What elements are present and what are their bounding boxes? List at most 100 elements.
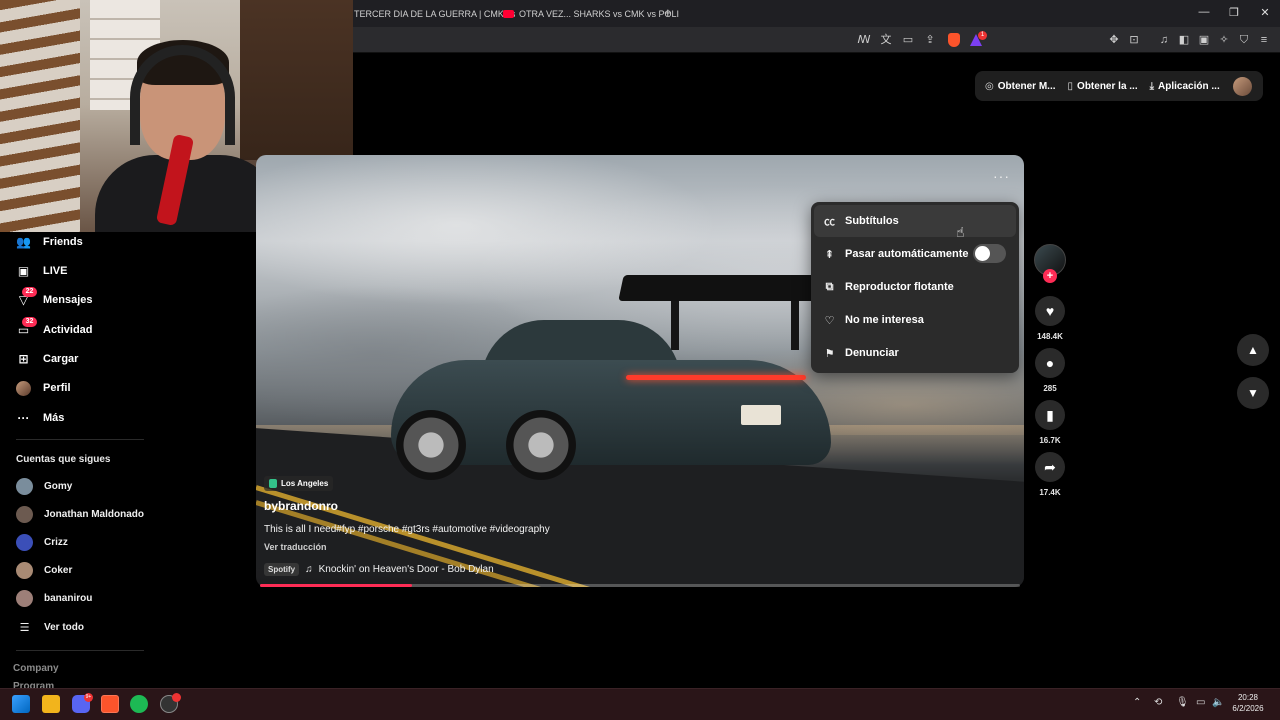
- sidebar-item-friends[interactable]: 👥 Friends: [16, 232, 83, 252]
- sidebar-item-activity[interactable]: ▭ 32 Actividad: [16, 316, 93, 340]
- see-all-link[interactable]: ☰ Ver todo: [16, 618, 84, 636]
- footer-link-company[interactable]: Company: [13, 663, 59, 674]
- following-item[interactable]: Coker: [16, 561, 72, 579]
- translate-off-icon[interactable]: ꟿ: [856, 32, 872, 48]
- following-item[interactable]: Jonathan Maldonado: [16, 505, 144, 523]
- clock-time: 20:28: [1237, 693, 1259, 702]
- tray-chevron-icon[interactable]: ⌃: [1133, 697, 1141, 708]
- discord-badge: 9+: [84, 693, 93, 702]
- desktop-app-button[interactable]: ⤓ Aplicación ...: [1150, 81, 1220, 92]
- url-field[interactable]: [352, 30, 882, 50]
- translate-icon[interactable]: 文: [878, 32, 894, 48]
- restore-button[interactable]: ❐: [1224, 6, 1244, 19]
- extensions-icon[interactable]: ✥: [1106, 32, 1122, 48]
- sidebar-item-live[interactable]: ▣ LIVE: [16, 261, 68, 281]
- menu-item-report[interactable]: ⚑ Denunciar: [814, 337, 1016, 369]
- screenshot-icon[interactable]: ⊡: [1126, 32, 1142, 48]
- spotify-icon[interactable]: [130, 695, 148, 713]
- windows-start-icon[interactable]: [12, 695, 30, 713]
- video-progress-bar[interactable]: [260, 584, 1020, 587]
- get-app-button[interactable]: ▯ Obtener la ...: [1068, 81, 1138, 92]
- like-button[interactable]: ♥: [1035, 296, 1065, 326]
- avatar: [16, 533, 33, 551]
- new-tab-button[interactable]: +: [664, 5, 672, 20]
- sidebar-item-label: Cargar: [43, 353, 79, 365]
- following-name: bananirou: [44, 592, 93, 604]
- media-icon[interactable]: ♫: [1156, 32, 1172, 48]
- menu-item-subtitles[interactable]: ㏄ Subtítulos: [814, 205, 1016, 237]
- rewards-badge: 1: [978, 31, 987, 40]
- get-coins-button[interactable]: ◎ Obtener M...: [985, 81, 1056, 92]
- reader-icon[interactable]: ▭: [900, 32, 916, 48]
- location-pin-icon: [269, 479, 277, 488]
- user-avatar[interactable]: [1233, 77, 1252, 96]
- bookmark-icon: ▮: [1046, 406, 1054, 423]
- previous-video-button[interactable]: ▲: [1237, 334, 1269, 366]
- upload-icon: ⊞: [18, 352, 29, 366]
- following-item[interactable]: Crizz: [16, 533, 68, 551]
- subtitles-icon: ㏄: [824, 216, 835, 228]
- headset-icon: [130, 45, 235, 145]
- menu-item-floating-player[interactable]: ⧉ Reproductor flotante: [814, 271, 1016, 303]
- menu-item-label: No me interesa: [845, 314, 924, 326]
- sidebar-item-messages[interactable]: ▽ 22 Mensajes: [16, 286, 93, 310]
- menu-item-not-interested[interactable]: ♡ No me interesa: [814, 304, 1016, 336]
- following-name: Crizz: [44, 536, 68, 548]
- spotify-tag: Spotify: [264, 563, 300, 576]
- following-item[interactable]: bananirou: [16, 589, 92, 607]
- save-button[interactable]: ▮: [1035, 400, 1065, 430]
- share-button[interactable]: ➦: [1035, 452, 1065, 482]
- brave-browser-icon[interactable]: [101, 695, 119, 713]
- avatar: [16, 589, 33, 607]
- music-info[interactable]: Spotify ♫ Knockin' on Heaven's Door - Bo…: [264, 563, 494, 576]
- sidebar-item-label: LIVE: [43, 265, 68, 277]
- sync-icon[interactable]: ⟲: [1154, 697, 1162, 708]
- car-wheel: [506, 410, 576, 480]
- browser-tab[interactable]: OTRA VEZ... SHARKS vs CMK vs POLI: [503, 4, 679, 24]
- not-interested-icon: ♡: [824, 314, 835, 327]
- follow-button[interactable]: +: [1043, 269, 1057, 283]
- more-options-button[interactable]: ···: [993, 168, 1010, 184]
- minimize-button[interactable]: —: [1194, 6, 1214, 18]
- list-icon: ☰: [19, 621, 30, 634]
- taskbar-clock[interactable]: 20:28 6/2/2026: [1228, 692, 1268, 714]
- friends-icon: 👥: [16, 235, 31, 249]
- streamer: [95, 40, 280, 232]
- brave-shield-icon[interactable]: [946, 32, 962, 48]
- sidebar-toggle-icon[interactable]: ◧: [1176, 32, 1192, 48]
- more-icon: ···: [17, 411, 30, 425]
- menu-icon[interactable]: ≡: [1256, 32, 1272, 48]
- video-author[interactable]: bybrandonro: [264, 499, 338, 513]
- wing-post: [671, 295, 679, 350]
- avatar: [16, 477, 33, 495]
- sidebar-item-profile[interactable]: Perfil: [16, 378, 71, 398]
- sidebar-item-upload[interactable]: ⊞ Cargar: [16, 349, 78, 369]
- next-video-button[interactable]: ▼: [1237, 377, 1269, 409]
- menu-item-label: Pasar automáticamente: [845, 248, 969, 260]
- video-options-menu: ㏄ Subtítulos ⇞ Pasar automáticamente ⧉ R…: [811, 202, 1019, 373]
- close-button[interactable]: ✕: [1255, 6, 1275, 19]
- activity-badge: 32: [22, 316, 37, 327]
- sidebar-item-more[interactable]: ··· Más: [16, 408, 65, 428]
- toggle-knob: [975, 246, 990, 261]
- volume-icon[interactable]: 🔈: [1212, 697, 1224, 708]
- share-icon[interactable]: ⇪: [922, 32, 938, 48]
- wallet-icon[interactable]: ▣: [1196, 32, 1212, 48]
- clock-date: 6/2/2026: [1232, 704, 1264, 713]
- get-app-label: Obtener la ...: [1077, 80, 1138, 92]
- display-icon[interactable]: ▭: [1196, 697, 1205, 708]
- leo-ai-icon[interactable]: ✧: [1216, 32, 1232, 48]
- location-tag[interactable]: Los Angeles: [264, 476, 334, 491]
- following-title: Cuentas que sigues: [16, 454, 111, 465]
- top-actions-bar: ◎ Obtener M... ▯ Obtener la ... ⤓ Aplica…: [975, 71, 1263, 101]
- browser-tab[interactable]: TERCER DIA DE LA GUERRA | CMK vs: [354, 4, 515, 24]
- following-item[interactable]: Gomy: [16, 477, 72, 495]
- comment-button[interactable]: ●: [1035, 348, 1065, 378]
- microphone-tray-icon[interactable]: 🎙: [1176, 697, 1189, 708]
- vpn-icon[interactable]: ⛉: [1236, 32, 1252, 48]
- translate-link[interactable]: Ver traducción: [264, 542, 327, 552]
- autoscroll-toggle[interactable]: [973, 244, 1006, 263]
- video-description: This is all I need#fyp #porsche #gt3rs #…: [264, 524, 550, 535]
- obs-badge: [172, 693, 181, 702]
- file-explorer-icon[interactable]: [42, 695, 60, 713]
